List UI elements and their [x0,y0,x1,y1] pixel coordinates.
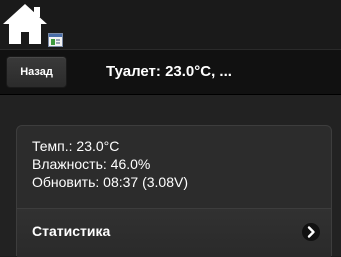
sensor-card: Темп.: 23.0°C Влажность: 46.0% Обновить:… [16,125,332,257]
updated-text: Обновить: 08:37 (3.08V) [32,174,189,190]
home-icon [3,4,47,44]
page-header: Назад Туалет: 23.0°C, ... [0,49,341,95]
temperature-text: Темп.: 23.0°C [32,138,120,154]
content-area: Темп.: 23.0°C Влажность: 46.0% Обновить:… [0,95,341,257]
chevron-right-icon [302,223,320,241]
top-bar [0,0,341,49]
statistics-label: Статистика [32,223,111,239]
statistics-link[interactable]: Статистика [17,209,331,257]
sensor-info: Темп.: 23.0°C Влажность: 46.0% Обновить:… [17,126,331,208]
app-badge-icon [48,33,63,47]
page-title: Туалет: 23.0°C, ... [106,63,232,80]
humidity-text: Влажность: 46.0% [32,156,151,172]
back-button[interactable]: Назад [6,56,67,88]
home-link[interactable] [0,0,66,48]
